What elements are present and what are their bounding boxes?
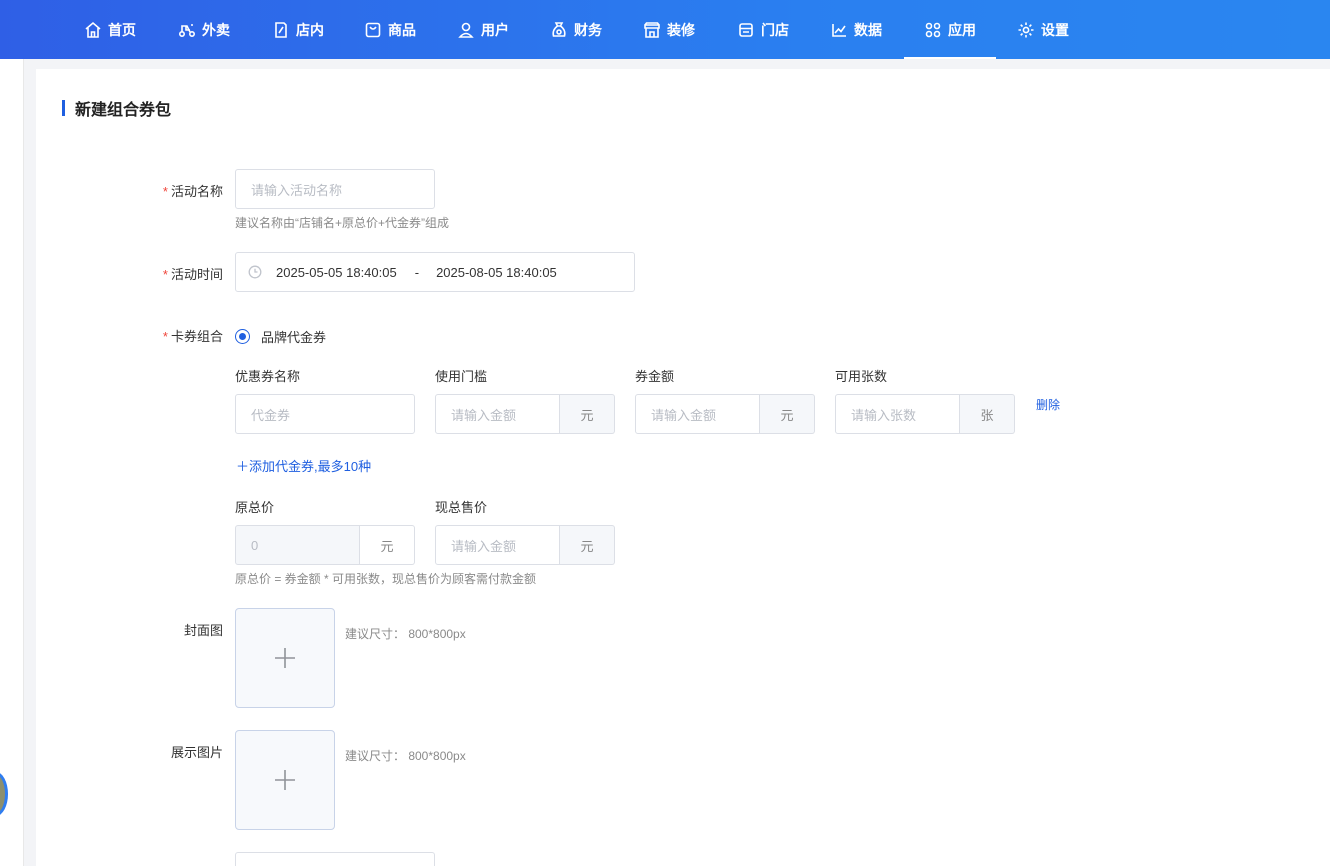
nav-item-settings[interactable]: 设置 [1017,0,1069,59]
start-time: 2025-05-05 18:40:05 [276,264,397,280]
original-price-input: 0 [235,525,360,565]
range-separator: - [414,264,420,280]
plus-icon [275,648,295,668]
cover-image-label: 封面图 [183,623,223,638]
title-accent-bar [62,100,65,116]
store-edit-icon [275,21,287,38]
combo-label: * 卡券组合 [162,329,223,344]
brand-coupon-radio[interactable]: 品牌代金券 [235,327,326,346]
nav-item-decoration[interactable]: 装修 [643,0,695,59]
activity-time-range-picker[interactable]: 2025-05-05 18:40:05 - 2025-08-05 18:40:0… [235,252,635,292]
next-field-input[interactable] [235,852,435,866]
store-icon [739,22,753,37]
count-input[interactable]: 请输入张数 [835,394,960,434]
required-mark: * [162,329,168,344]
activity-name-label: * 活动名称 [162,184,223,199]
nav-item-label: 店内 [296,21,324,38]
activity-name-input[interactable]: 请输入活动名称 [235,169,435,209]
nav-item-label: 财务 [574,21,602,38]
end-time: 2025-08-05 18:40:05 [436,264,557,280]
cover-image-upload[interactable] [235,608,335,708]
nav-item-goods[interactable]: 商品 [364,0,416,59]
page-title: 新建组合券包 [62,98,172,119]
header-amount: 券金额 [635,369,675,384]
activity-time-label: * 活动时间 [162,267,223,282]
required-mark: * [162,267,168,282]
add-coupon-link[interactable]: ＋添加代金券,最多10种 [236,456,371,475]
plus-icon [275,770,295,790]
coupon-name-input[interactable]: 代金券 [235,394,415,434]
current-price-input[interactable]: 请输入金额 [435,525,560,565]
home-icon [85,21,101,38]
header-threshold: 使用门槛 [435,369,488,384]
display-image-upload[interactable] [235,730,335,830]
nav-item-label: 设置 [1041,21,1069,38]
threshold-input[interactable]: 请输入金额 [435,394,560,434]
user-icon [458,22,474,38]
delete-coupon-link[interactable]: 删除 [1036,396,1060,413]
current-price-unit: 元 [560,525,615,565]
display-image-hint: 建议尺寸： 800*800px [345,749,466,763]
shop-front-icon [644,21,660,38]
nav-item-label: 数据 [854,21,882,38]
threshold-unit: 元 [560,394,615,434]
header-coupon-name: 优惠券名称 [235,369,301,384]
cover-image-hint: 建议尺寸： 800*800px [345,627,466,641]
required-mark: * [162,184,168,199]
count-unit: 张 [960,394,1015,434]
original-price-label: 原总价 [235,500,275,515]
nav-item-data[interactable]: 数据 [830,0,882,59]
nav-item-label: 商品 [388,21,416,38]
current-price-label: 现总售价 [435,500,488,515]
gear-icon [1018,22,1034,37]
form-panel: 新建组合券包 * 活动名称 请输入活动名称 建议名称由“店铺名+原总价+代金券”组… [36,69,1330,866]
page-title-text: 新建组合券包 [75,102,172,119]
nav-item-label: 外卖 [202,21,230,38]
clock-icon [248,265,262,279]
radio-label: 品牌代金券 [261,330,327,345]
money-bag-icon [552,21,566,37]
chart-icon [832,23,846,37]
price-hint: 原总价 = 券金额 * 可用张数，现总售价为顾客需付款金额 [235,572,537,586]
top-nav: 首页 外卖 店内 商品 用户 财务 装修 门店 数据 应用 设置 [0,0,1330,59]
amount-unit: 元 [760,394,815,434]
nav-item-users[interactable]: 用户 [457,0,509,59]
radio-checked-icon [235,329,250,344]
nav-item-label: 门店 [761,21,789,38]
nav-item-label: 应用 [948,21,976,38]
nav-item-home[interactable]: 首页 [84,0,136,59]
nav-item-takeout[interactable]: 外卖 [178,0,230,59]
nav-item-label: 用户 [481,21,509,38]
apps-icon [925,22,941,37]
nav-item-finance[interactable]: 财务 [550,0,602,59]
display-image-label: 展示图片 [170,745,223,760]
scooter-icon [178,23,196,37]
side-strip [0,59,24,866]
nav-item-label: 首页 [108,21,136,38]
activity-name-hint: 建议名称由“店铺名+原总价+代金券”组成 [235,216,450,230]
header-count: 可用张数 [835,369,888,384]
nav-item-stores[interactable]: 门店 [737,0,789,59]
nav-item-apps[interactable]: 应用 [904,0,996,59]
original-price-unit: 元 [360,525,415,565]
bag-icon [365,22,381,37]
nav-item-label: 装修 [667,21,695,38]
amount-input[interactable]: 请输入金额 [635,394,760,434]
nav-item-dine-in[interactable]: 店内 [272,0,324,59]
